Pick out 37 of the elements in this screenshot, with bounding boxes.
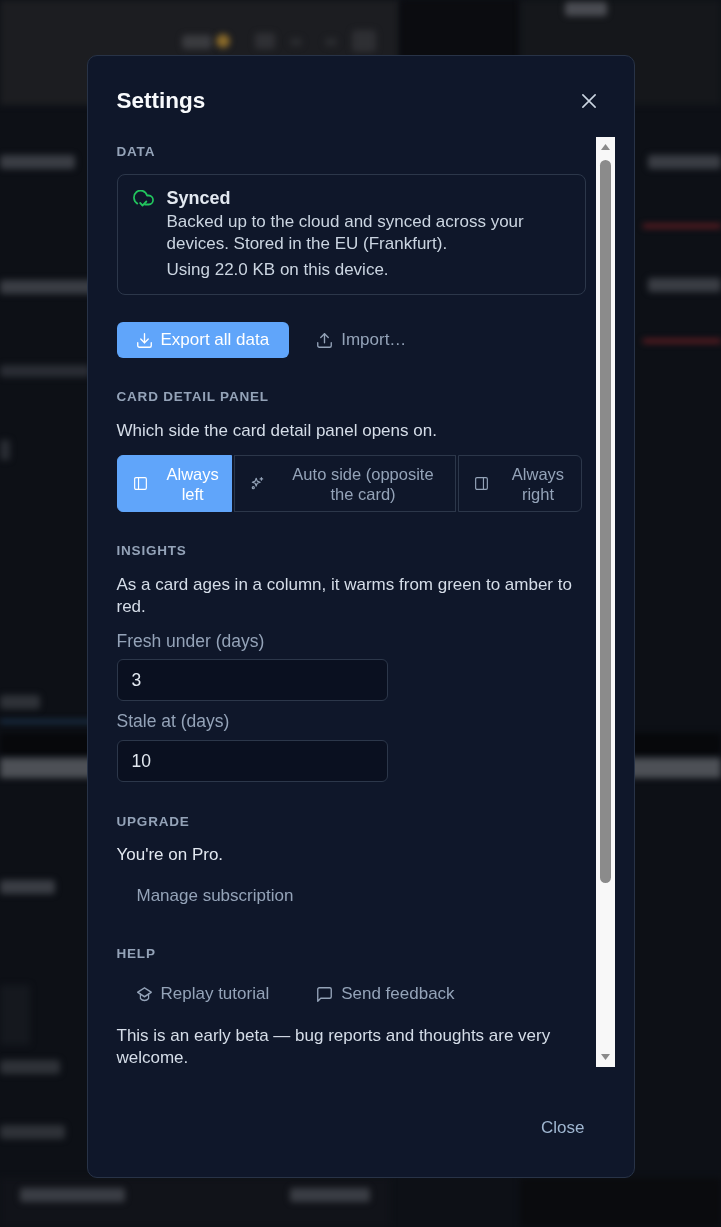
panel-side-option[interactable]: Always right xyxy=(457,455,582,512)
section-heading: INSIGHTS xyxy=(116,542,188,560)
field-label: Stale at (days) xyxy=(116,710,231,732)
section-heading: DATA xyxy=(116,143,157,161)
section-heading: HELP xyxy=(116,945,157,963)
manage-subscription-button[interactable]: Manage subscription xyxy=(116,878,314,914)
number-input[interactable]: 3 xyxy=(116,659,388,701)
up-arrow-icon[interactable] xyxy=(600,144,610,150)
panel-left-icon xyxy=(133,477,147,490)
storage-usage-text: Using 22.0 KB on this device. xyxy=(166,259,390,281)
sync-description: Backed up to the cloud and synced across your devices. Stored in the EU (Frankfurt). xyxy=(166,211,525,255)
close-icon xyxy=(581,94,596,108)
sparkles-icon xyxy=(250,477,264,490)
dialog-title: Settings xyxy=(116,87,206,115)
section-heading: CARD DETAIL PANEL xyxy=(116,388,270,406)
down-arrow-icon[interactable] xyxy=(600,1054,610,1060)
plan-status-text: You're on Pro. xyxy=(116,844,225,866)
panel-right-icon xyxy=(474,477,488,490)
cloud-check-icon xyxy=(132,190,154,207)
beta-note: This is an early beta — bug reports and thoughts are very welcome. xyxy=(116,1025,552,1069)
speech-bubble-icon xyxy=(317,986,333,1002)
import-button[interactable]: Import… xyxy=(297,322,427,358)
number-input[interactable]: 10 xyxy=(116,740,388,782)
graduation-cap-icon xyxy=(136,986,152,1002)
send-feedback-button[interactable]: Send feedback xyxy=(297,976,475,1012)
section-description: Which side the card detail panel opens on. xyxy=(116,420,438,442)
scrollbar[interactable] xyxy=(595,137,615,1067)
replay-tutorial-button[interactable]: Replay tutorial xyxy=(116,976,290,1012)
close-button[interactable]: Close xyxy=(527,1110,599,1146)
section-heading: UPGRADE xyxy=(116,813,191,831)
scrollbar-thumb[interactable] xyxy=(599,160,611,883)
download-icon xyxy=(136,332,152,348)
panel-side-option[interactable]: Auto side (opposite the card) xyxy=(233,455,456,512)
sync-status-title: Synced xyxy=(166,187,232,209)
section-description: As a card ages in a column, it warms from green to amber to red. xyxy=(116,574,573,618)
upload-icon xyxy=(317,332,333,348)
field-label: Fresh under (days) xyxy=(116,630,266,652)
